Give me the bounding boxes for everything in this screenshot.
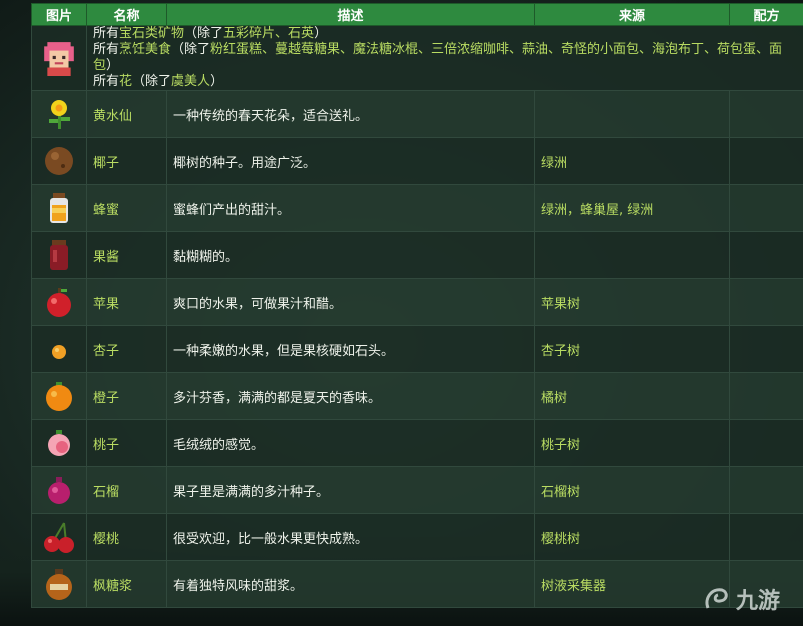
table-row: 苹果 爽口的水果，可做果汁和醋。 苹果树: [31, 278, 803, 326]
table-row: 枫糖浆 有着独特风味的甜浆。 树液采集器: [31, 560, 803, 608]
item-description: 一种传统的春天花朵，适合送礼。: [166, 90, 535, 138]
link-flowers-except[interactable]: 虞美人: [171, 74, 210, 89]
item-description: 椰树的种子。用途广泛。: [166, 137, 535, 185]
gift-table: 图片 名称 描述 来源 配方 所有宝石类矿物（除了五彩碎片、石英） 所有烹饪美食…: [31, 3, 803, 608]
pomegranate-icon: [48, 477, 70, 504]
item-recipe: [729, 184, 803, 232]
header-source: 来源: [534, 3, 730, 26]
table-row: 桃子 毛绒绒的感觉。 桃子树: [31, 419, 803, 467]
line-gems: 所有宝石类矿物（除了五彩碎片、石英）: [93, 26, 328, 41]
item-recipe: [729, 419, 803, 467]
item-name[interactable]: 橙子: [86, 372, 167, 420]
item-description: 有着独特风味的甜浆。: [166, 560, 535, 608]
table-row: 果酱 黏糊糊的。: [31, 231, 803, 279]
item-name[interactable]: 果酱: [86, 231, 167, 279]
item-description: 一种柔嫩的水果，但是果核硬如石头。: [166, 325, 535, 373]
table-row-universal: 所有宝石类矿物（除了五彩碎片、石英） 所有烹饪美食（除了粉红蛋糕、蔓越莓糖果、魔…: [31, 25, 803, 91]
item-name[interactable]: 椰子: [86, 137, 167, 185]
watermark-text: 九游: [736, 589, 781, 614]
item-recipe: [729, 231, 803, 279]
apple-icon: [47, 288, 71, 317]
item-name[interactable]: 石榴: [86, 466, 167, 514]
orange-icon: [46, 382, 72, 411]
apricot-icon: [52, 345, 66, 359]
honey-icon: [50, 193, 68, 223]
item-name[interactable]: 枫糖浆: [86, 560, 167, 608]
table-row: 樱桃 很受欢迎，比一般水果更快成熟。 樱桃树: [31, 513, 803, 561]
table-header: 图片 名称 描述 来源 配方: [31, 3, 803, 26]
item-source[interactable]: 橘树: [534, 372, 730, 420]
watermark-logo: 九游: [702, 582, 797, 616]
item-source[interactable]: [534, 231, 730, 279]
item-source[interactable]: 绿洲，蜂巢屋, 绿洲: [534, 184, 730, 232]
item-recipe: [729, 466, 803, 514]
table-row: 石榴 果子里是满满的多汁种子。 石榴树: [31, 466, 803, 514]
item-recipe: [729, 372, 803, 420]
header-recipe: 配方: [729, 3, 803, 26]
link-gems-except[interactable]: 五彩碎片、石英: [223, 26, 314, 41]
item-recipe: [729, 513, 803, 561]
daffodil-icon: [49, 100, 70, 129]
item-source[interactable]: 苹果树: [534, 278, 730, 326]
item-description: 多汁芬香，满满的都是夏天的香味。: [166, 372, 535, 420]
line-flowers: 所有花（除了虞美人）: [93, 74, 224, 89]
item-source[interactable]: 树液采集器: [534, 560, 730, 608]
item-source[interactable]: 绿洲: [534, 137, 730, 185]
item-description: 毛绒绒的感觉。: [166, 419, 535, 467]
link-cooking[interactable]: 烹饪美食: [119, 42, 171, 57]
item-name[interactable]: 蜂蜜: [86, 184, 167, 232]
table-row: 杏子 一种柔嫩的水果，但是果核硬如石头。 杏子树: [31, 325, 803, 373]
jelly-icon: [50, 240, 68, 270]
watermark-swirl-icon: [705, 588, 728, 609]
line-cooking: 所有烹饪美食（除了粉红蛋糕、蔓越莓糖果、魔法糖冰棍、三倍浓缩咖啡、蒜油、奇怪的小…: [93, 42, 783, 73]
item-source[interactable]: [534, 90, 730, 138]
item-recipe: [729, 137, 803, 185]
item-recipe: [729, 325, 803, 373]
maple-syrup-icon: [46, 569, 72, 600]
table-row: 黄水仙 一种传统的春天花朵，适合送礼。: [31, 90, 803, 138]
item-source[interactable]: 杏子树: [534, 325, 730, 373]
header-description: 描述: [166, 3, 535, 26]
item-description: 黏糊糊的。: [166, 231, 535, 279]
item-name[interactable]: 杏子: [86, 325, 167, 373]
item-name[interactable]: 黄水仙: [86, 90, 167, 138]
link-gems[interactable]: 宝石类矿物: [119, 26, 184, 41]
villager-portrait-cell: [31, 25, 87, 91]
table-row: 橙子 多汁芬香，满满的都是夏天的香味。 橘树: [31, 372, 803, 420]
item-description: 果子里是满满的多汁种子。: [166, 466, 535, 514]
universal-gift-text: 所有宝石类矿物（除了五彩碎片、石英） 所有烹饪美食（除了粉红蛋糕、蔓越莓糖果、魔…: [86, 25, 803, 91]
coconut-icon: [45, 147, 73, 175]
item-source[interactable]: 石榴树: [534, 466, 730, 514]
table-row: 蜂蜜 蜜蜂们产出的甜汁。 绿洲，蜂巢屋, 绿洲: [31, 184, 803, 232]
header-name: 名称: [86, 3, 167, 26]
item-name[interactable]: 苹果: [86, 278, 167, 326]
item-description: 蜜蜂们产出的甜汁。: [166, 184, 535, 232]
cherry-icon: [44, 522, 74, 553]
table-row: 椰子 椰树的种子。用途广泛。 绿洲: [31, 137, 803, 185]
item-name[interactable]: 桃子: [86, 419, 167, 467]
item-recipe: [729, 278, 803, 326]
peach-icon: [48, 430, 70, 456]
item-source[interactable]: 樱桃树: [534, 513, 730, 561]
item-description: 很受欢迎，比一般水果更快成熟。: [166, 513, 535, 561]
villager-portrait-icon: [44, 42, 74, 76]
header-image: 图片: [31, 3, 87, 26]
item-recipe: [729, 90, 803, 138]
item-description: 爽口的水果，可做果汁和醋。: [166, 278, 535, 326]
link-flowers[interactable]: 花: [119, 74, 132, 89]
item-name[interactable]: 樱桃: [86, 513, 167, 561]
item-source[interactable]: 桃子树: [534, 419, 730, 467]
